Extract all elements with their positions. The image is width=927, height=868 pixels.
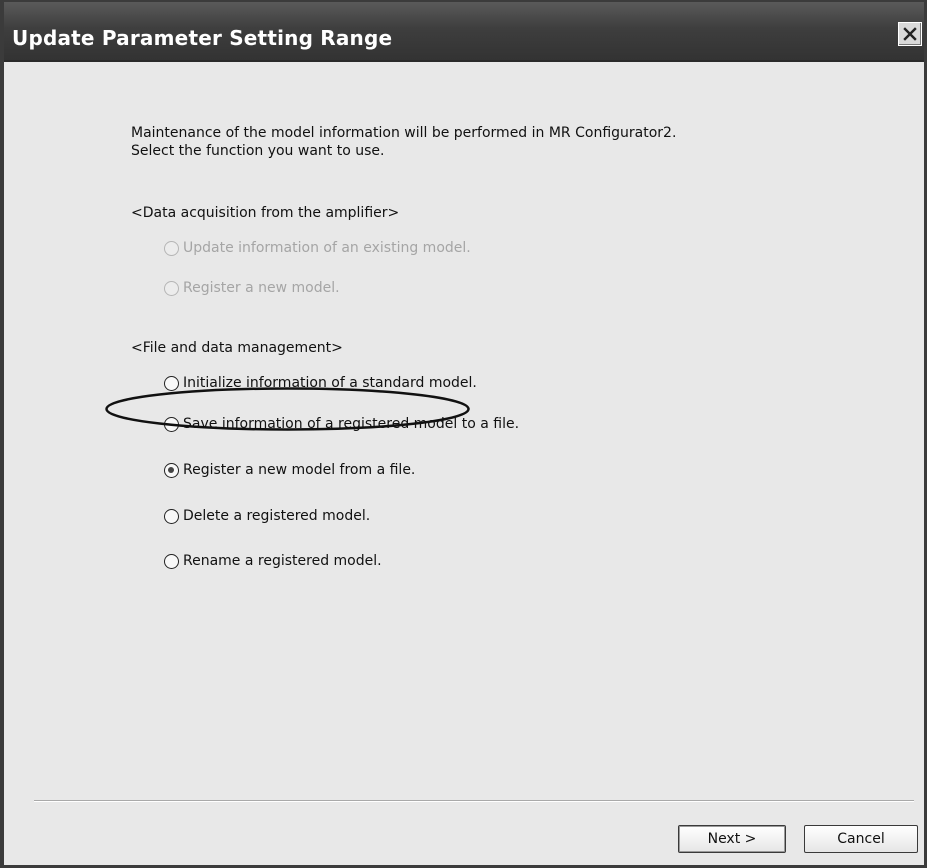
intro-line-2: Select the function you want to use. <box>131 143 385 159</box>
radio-save-model-to-file[interactable]: Save information of a registered model t… <box>164 416 519 432</box>
radio-button-checked-icon <box>164 462 179 478</box>
radio-button-icon <box>164 508 179 524</box>
footer-separator <box>34 800 914 802</box>
radio-rename-registered-model[interactable]: Rename a registered model. <box>164 553 382 569</box>
section-label-file-management: <File and data management> <box>131 340 343 356</box>
radio-label: Initialize information of a standard mod… <box>183 375 477 391</box>
next-button[interactable]: Next > <box>678 825 786 853</box>
radio-register-new-model[interactable]: Register a new model. <box>164 280 340 296</box>
radio-label: Update information of an existing model. <box>183 240 471 256</box>
radio-label: Save information of a registered model t… <box>183 416 520 432</box>
radio-button-icon <box>164 240 179 256</box>
radio-delete-registered-model[interactable]: Delete a registered model. <box>164 508 370 524</box>
intro-text: Maintenance of the model information wil… <box>131 124 676 160</box>
radio-button-icon <box>164 375 179 391</box>
radio-update-existing-model[interactable]: Update information of an existing model. <box>164 240 471 256</box>
intro-line-1: Maintenance of the model information wil… <box>131 125 677 141</box>
title-bar[interactable]: Update Parameter Setting Range <box>4 2 924 62</box>
radio-label: Register a new model. <box>183 280 340 296</box>
window-title: Update Parameter Setting Range <box>12 26 393 50</box>
section-label-acquisition: <Data acquisition from the amplifier> <box>131 205 400 221</box>
radio-label: Register a new model from a file. <box>183 462 416 478</box>
close-icon <box>903 27 917 41</box>
radio-label: Rename a registered model. <box>183 553 382 569</box>
close-button[interactable] <box>898 22 922 46</box>
dialog-content: Maintenance of the model information wil… <box>4 62 924 865</box>
radio-button-icon <box>164 280 179 296</box>
radio-label: Delete a registered model. <box>183 508 371 524</box>
radio-button-icon <box>164 416 179 432</box>
cancel-button[interactable]: Cancel <box>804 825 918 853</box>
radio-register-model-from-file[interactable]: Register a new model from a file. <box>164 462 415 478</box>
radio-initialize-standard-model[interactable]: Initialize information of a standard mod… <box>164 375 477 391</box>
dialog-window: Update Parameter Setting Range Maintenan… <box>0 0 927 868</box>
radio-button-icon <box>164 553 179 569</box>
